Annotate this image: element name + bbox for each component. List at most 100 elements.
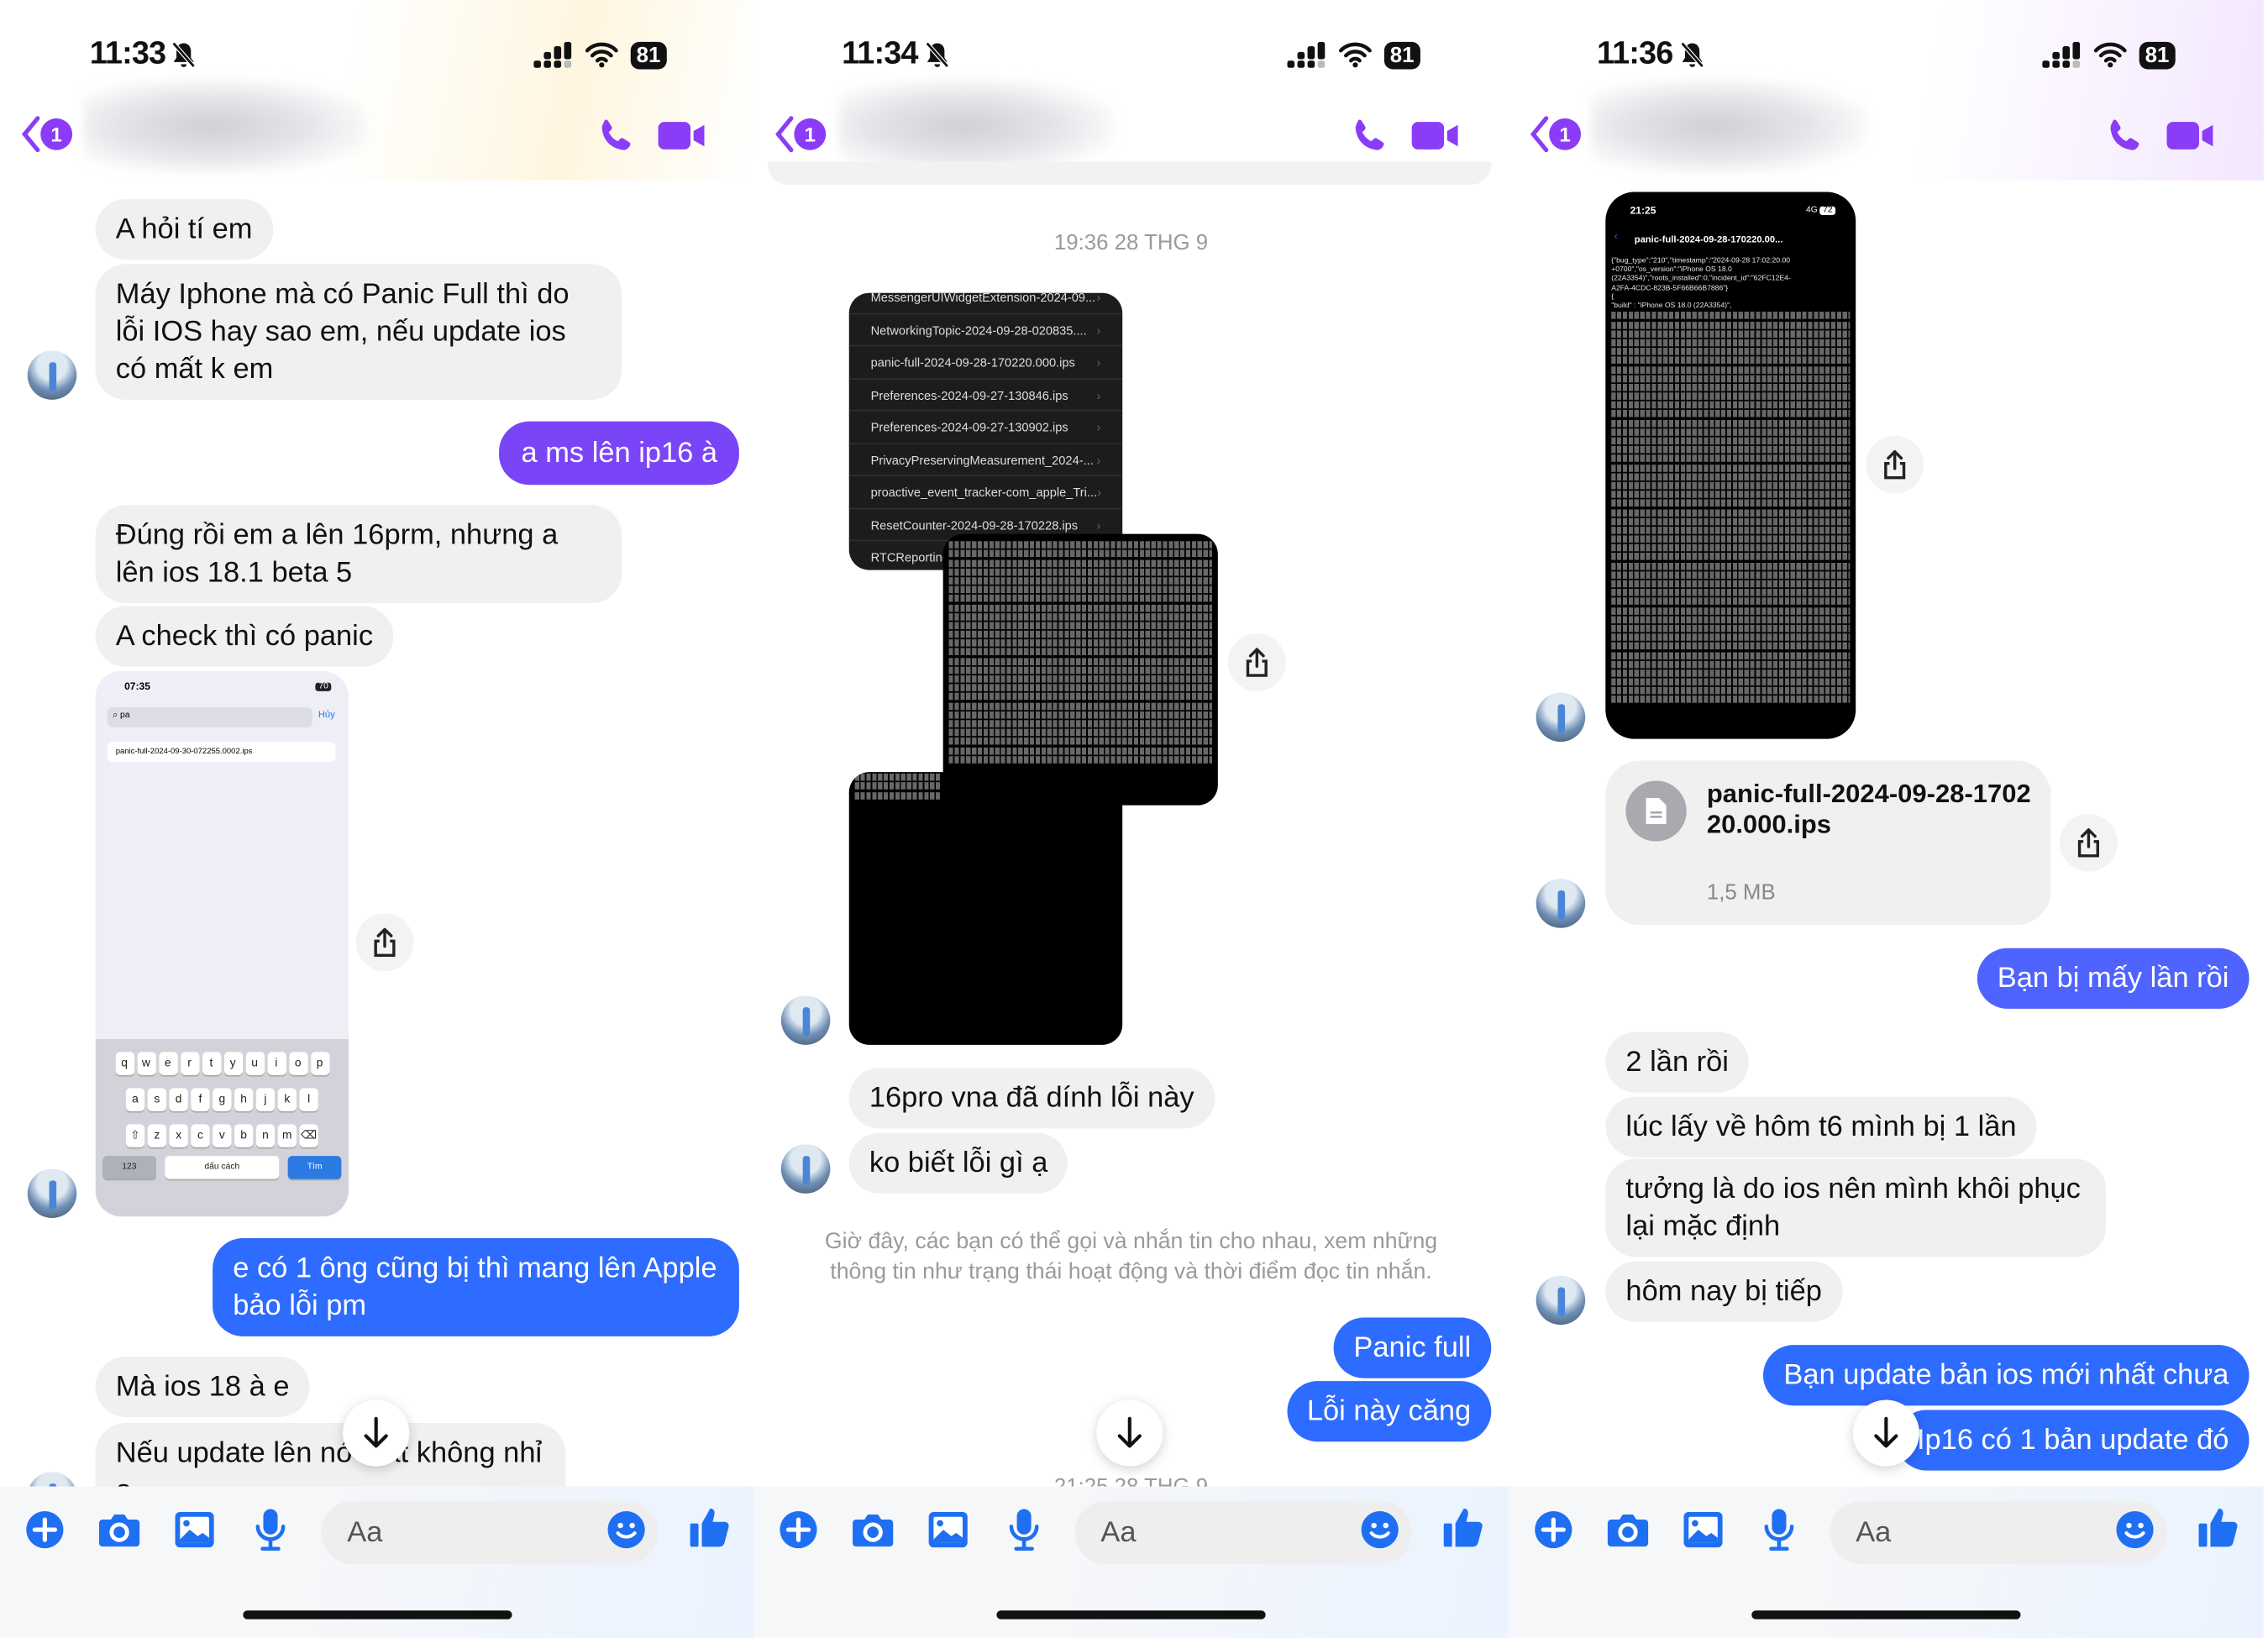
image-icon[interactable] xyxy=(1683,1509,1725,1550)
share-button[interactable] xyxy=(1866,435,1924,494)
chevron-left-icon xyxy=(21,116,40,153)
status-icons: 81 xyxy=(533,40,667,69)
message-received[interactable]: hôm nay bị tiếp xyxy=(1605,1261,1843,1322)
share-button[interactable] xyxy=(2059,813,2118,872)
phone-icon[interactable] xyxy=(593,115,637,159)
image-icon[interactable] xyxy=(174,1509,216,1550)
message-received[interactable]: 16pro vna đã dính lỗi này xyxy=(848,1068,1215,1129)
home-indicator xyxy=(243,1610,512,1620)
keyboard-key: h xyxy=(234,1088,254,1111)
avatar[interactable] xyxy=(1536,879,1586,928)
file-list-item-name: PrivacyPreservingMeasurement_2024-... xyxy=(870,452,1094,467)
message-received[interactable]: Đúng rồi em a lên 16prm, nhưng a lên ios… xyxy=(95,505,622,604)
log-line-illegible xyxy=(1611,446,1851,454)
file-list-item: PrivacyPreservingMeasurement_2024-... › xyxy=(848,444,1123,476)
panic-log-screenshot[interactable] xyxy=(942,533,1218,806)
message-received[interactable]: lúc lấy về hôm t6 mình bị 1 lần xyxy=(1605,1096,2037,1158)
avatar[interactable] xyxy=(780,1144,831,1194)
keyboard-key: u xyxy=(244,1052,265,1075)
thumbs-up-icon[interactable] xyxy=(2197,1505,2241,1549)
smiley-icon[interactable] xyxy=(606,1509,646,1550)
signal-icon xyxy=(2041,40,2082,69)
avatar[interactable] xyxy=(1536,692,1586,743)
video-camera-icon[interactable] xyxy=(2166,117,2215,155)
contact-name-blurred[interactable] xyxy=(83,79,366,174)
avatar[interactable] xyxy=(780,995,831,1045)
keyboard-key-search: Tìm xyxy=(288,1156,342,1179)
message-received[interactable]: tưởng là do ios nên mình khôi phục lại m… xyxy=(1605,1158,2107,1257)
camera-icon[interactable] xyxy=(97,1509,141,1550)
plus-circle-icon[interactable] xyxy=(1533,1509,1573,1550)
message-sent[interactable]: Bạn bị mấy lần rồi xyxy=(1977,948,2250,1009)
back-button[interactable]: 1 xyxy=(774,115,827,153)
chat-panel-1: 11:33 81 1 A hỏi tí em Máy Iphone mà có … xyxy=(0,0,755,1638)
scroll-to-bottom-button[interactable] xyxy=(1096,1399,1163,1467)
screenshot-time: 21:25 xyxy=(1630,206,1656,217)
smiley-icon[interactable] xyxy=(2114,1509,2155,1550)
message-sent[interactable]: Bạn update bản ios mới nhất chưa xyxy=(1763,1345,2250,1406)
scroll-to-bottom-button[interactable] xyxy=(343,1399,410,1467)
message-sent[interactable]: Ip16 có 1 bản update đó xyxy=(1896,1410,2250,1471)
smiley-icon[interactable] xyxy=(1360,1509,1400,1550)
phone-icon[interactable] xyxy=(2102,115,2145,159)
keyboard-key: p xyxy=(310,1052,329,1075)
camera-icon[interactable] xyxy=(850,1509,895,1550)
share-button[interactable] xyxy=(355,913,414,972)
panic-log-screenshot[interactable]: 21:25 4G 72 ‹ panic-full-2024-09-28-1702… xyxy=(1605,192,1856,739)
share-button[interactable] xyxy=(1227,633,1286,691)
log-line-illegible xyxy=(1611,633,1851,642)
log-line-illegible xyxy=(1611,678,1851,686)
plus-circle-icon[interactable] xyxy=(24,1509,65,1550)
contact-name-blurred[interactable] xyxy=(838,79,1114,174)
avatar[interactable] xyxy=(27,350,77,400)
chevron-right-icon: › xyxy=(1096,354,1101,370)
scroll-to-bottom-button[interactable] xyxy=(1852,1399,1919,1467)
back-button[interactable]: 1 xyxy=(1529,115,1582,153)
thumbs-up-icon[interactable] xyxy=(1442,1505,1486,1549)
file-list-screenshot[interactable]: MessengerUIWidgetExtension-2024-09... › Ne… xyxy=(848,292,1123,570)
file-size: 1,5 MB xyxy=(1706,879,1776,906)
screenshot-keyboard: q w e r t y u i o p a s d f g h j k l ⇧ z x c v b n m ⌫ 123 dấu cách T… xyxy=(95,1038,349,1217)
microphone-icon[interactable] xyxy=(1763,1507,1795,1553)
keyboard-key: n xyxy=(255,1124,276,1147)
microphone-icon[interactable] xyxy=(1008,1507,1040,1553)
keyboard-key: b xyxy=(234,1124,254,1147)
microphone-icon[interactable] xyxy=(255,1507,286,1553)
log-line-illegible xyxy=(1611,544,1851,552)
log-line-illegible xyxy=(1611,356,1851,365)
phone-icon[interactable] xyxy=(1347,115,1390,159)
message-sent[interactable]: Panic full xyxy=(1333,1317,1492,1378)
message-received[interactable]: A hỏi tí em xyxy=(95,199,273,260)
black-screenshot[interactable] xyxy=(848,772,1123,1045)
avatar[interactable] xyxy=(27,1168,77,1218)
battery-level: 81 xyxy=(2139,40,2176,69)
message-received[interactable]: ko biết lỗi gì ạ xyxy=(848,1132,1068,1194)
video-camera-icon[interactable] xyxy=(657,117,706,155)
keyboard-key: y xyxy=(223,1052,243,1075)
screenshot-attachment[interactable]: 07:35 70 ⌕ pa Hủy panic-full-2024-09-30-… xyxy=(95,670,349,1217)
message-sent[interactable]: e có 1 ông cũng bị thì mang lên Apple bả… xyxy=(213,1238,739,1336)
video-camera-icon[interactable] xyxy=(1410,117,1460,155)
contact-name-blurred[interactable] xyxy=(1591,79,1866,174)
message-sent[interactable]: a ms lên ip16 à xyxy=(499,421,739,486)
message-received[interactable]: A check thì có panic xyxy=(95,606,394,667)
avatar[interactable] xyxy=(1536,1275,1586,1326)
image-icon[interactable] xyxy=(927,1509,969,1550)
log-text: {"bug_type":"210","timestamp":"2024-09-2… xyxy=(1605,257,1856,706)
log-line: (22A3354)","roots_installed":0,"incident… xyxy=(1611,275,1791,284)
screenshot-battery: 70 xyxy=(315,682,332,691)
chevron-right-icon: › xyxy=(1096,292,1101,305)
plus-circle-icon[interactable] xyxy=(778,1509,818,1550)
camera-icon[interactable] xyxy=(1605,1509,1650,1550)
back-button[interactable]: 1 xyxy=(20,115,73,153)
message-sent[interactable]: Lỗi này căng xyxy=(1286,1381,1492,1442)
keyboard-key: ⇧ xyxy=(125,1124,145,1147)
arrow-down-icon xyxy=(361,1415,390,1450)
message-received[interactable]: Máy Iphone mà có Panic Full thì do lỗi I… xyxy=(95,264,622,400)
file-attachment[interactable]: panic-full-2024-09-28-170220.000.ips 1,5… xyxy=(1605,760,2051,926)
keyboard-key: g xyxy=(213,1088,232,1111)
message-received[interactable]: 2 lần rồi xyxy=(1605,1032,1750,1093)
thumbs-up-icon[interactable] xyxy=(689,1505,732,1549)
log-line-illegible xyxy=(1611,526,1851,534)
message-received[interactable]: Mà ios 18 à e xyxy=(95,1356,310,1418)
